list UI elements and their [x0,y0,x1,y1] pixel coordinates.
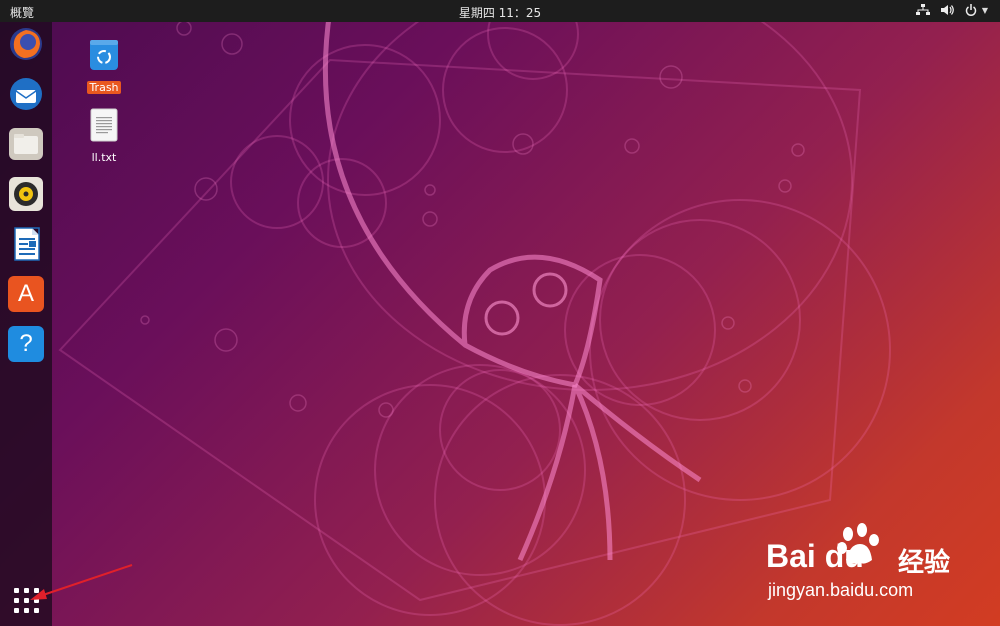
watermark-cn: 经验 [898,548,951,578]
baidu-watermark: Bai du 经验 jingyan.baidu.com [766,518,992,606]
watermark-url: jingyan.baidu.com [768,580,914,600]
watermark-brand: Bai du [766,538,864,574]
